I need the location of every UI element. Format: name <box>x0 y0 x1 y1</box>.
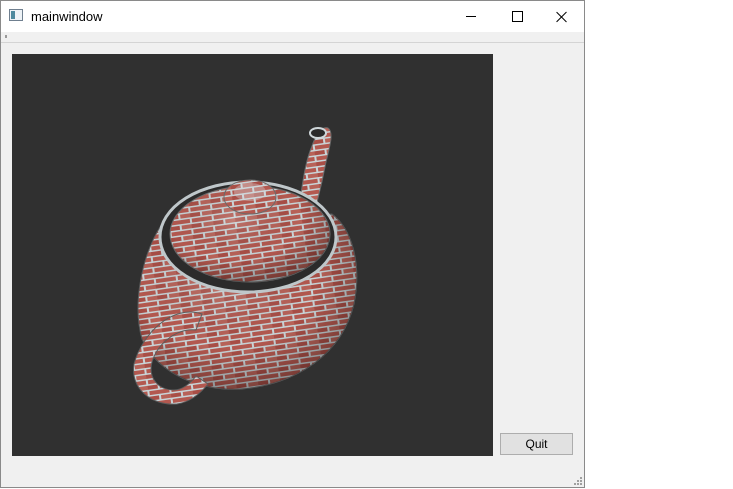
size-grip-icon[interactable] <box>572 475 582 485</box>
close-button[interactable] <box>539 1 585 32</box>
main-window: mainwindow Quit <box>0 0 585 488</box>
maximize-button[interactable] <box>494 1 540 32</box>
minimize-button[interactable] <box>448 1 494 32</box>
teapot-render <box>133 127 358 405</box>
app-icon <box>9 9 23 21</box>
menu-bar-grip-icon <box>5 35 7 38</box>
title-bar[interactable]: mainwindow <box>1 1 584 32</box>
maximize-icon <box>511 11 523 22</box>
teapot-lid <box>158 179 338 294</box>
window-title: mainwindow <box>31 9 103 24</box>
quit-button[interactable]: Quit <box>500 433 573 455</box>
opengl-viewport[interactable] <box>12 54 493 456</box>
close-icon <box>556 11 568 23</box>
minimize-icon <box>466 16 476 17</box>
menu-bar <box>1 32 584 43</box>
